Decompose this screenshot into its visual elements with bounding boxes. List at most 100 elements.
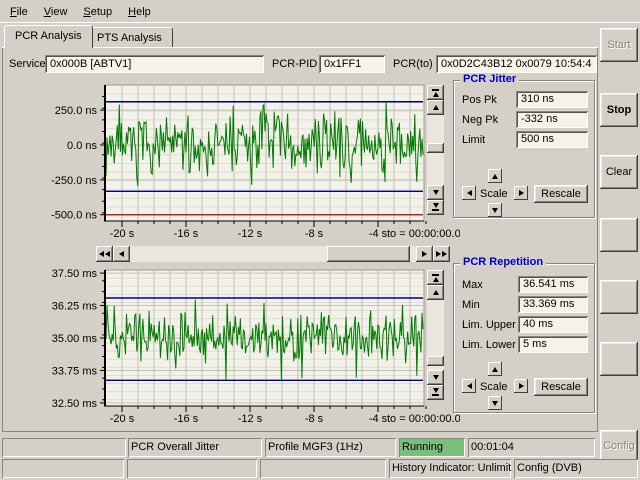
svg-text:-16 s: -16 s: [174, 228, 199, 240]
arrow-down-icon: [492, 208, 498, 213]
pcr-jitter-group: PCR Jitter Pos Pk 310 ns Neg Pk -332 ns …: [453, 80, 595, 218]
clear-button[interactable]: Clear: [600, 155, 638, 189]
pcr-jitter-chart: 250.0 ns0.0 ns-250.0 ns-500.0 ns-20 s-16…: [30, 83, 460, 243]
status-elapsed-time: 00:01:04: [468, 438, 595, 457]
config-button[interactable]: Config: [600, 430, 638, 462]
status-config-mode: Config (DVB): [514, 459, 638, 478]
max-label: Max: [462, 279, 483, 291]
time-scroll-far-left-button[interactable]: [96, 246, 113, 262]
jitter-scroll-bottom-button[interactable]: [427, 200, 444, 215]
repetition-scale-up-button[interactable]: [488, 362, 502, 376]
repetition-scroll-bottom-button[interactable]: [427, 385, 444, 400]
svg-text:-20 s: -20 s: [110, 228, 135, 240]
arrow-down-icon: [433, 190, 439, 195]
svg-text:-8 s: -8 s: [305, 228, 324, 240]
time-scroll-right-button[interactable]: [416, 246, 433, 262]
lim-upper-label: Lim. Upper: [462, 319, 516, 331]
tab-strip: PCR Analysis PTS Analysis: [0, 23, 640, 47]
status-history-indicator: History Indicator: Unlimited: [389, 459, 511, 478]
jitter-scale-up-button[interactable]: [488, 169, 502, 183]
repetition-scroll-top-button[interactable]: [427, 270, 444, 285]
status2-panel-empty-2: [127, 459, 257, 478]
tab-pcr-analysis[interactable]: PCR Analysis: [4, 25, 93, 48]
status-running-badge: Running: [399, 438, 465, 457]
time-scroll-left-button[interactable]: [113, 246, 130, 262]
svg-text:-250.0 ns: -250.0 ns: [51, 175, 97, 187]
repetition-scroll-down-button[interactable]: [427, 370, 444, 385]
repetition-rescale-button[interactable]: Rescale: [534, 378, 588, 396]
jitter-scroll-up-button[interactable]: [427, 100, 444, 115]
arrow-up-icon: [433, 105, 439, 110]
pos-pk-field[interactable]: 310 ns: [516, 91, 588, 108]
time-scroll-far-right-button[interactable]: [433, 246, 450, 262]
jitter-scale-right-button[interactable]: [514, 186, 528, 200]
tab-pts-analysis[interactable]: PTS Analysis: [86, 27, 173, 47]
time-scroll-track[interactable]: [130, 246, 416, 262]
jitter-scroll-thumb[interactable]: [427, 143, 444, 153]
double-arrow-right-icon: [436, 251, 441, 257]
repetition-scroll-thumb[interactable]: [427, 356, 444, 366]
lim-lower-label: Lim. Lower: [462, 339, 516, 351]
pcr-to-field[interactable]: 0x0D2C43B12 0x0079 10:54:4: [436, 55, 597, 73]
pcr-to-label: PCR(to): [393, 58, 433, 70]
time-scroll-thumb[interactable]: [327, 246, 410, 262]
arrow-up-icon: [492, 367, 498, 372]
svg-text:-16 s: -16 s: [174, 413, 199, 425]
neg-pk-field[interactable]: -332 ns: [516, 111, 588, 128]
status2-panel-empty-3: [260, 459, 386, 478]
service-field[interactable]: 0x000B [ABTV1]: [45, 55, 264, 73]
jitter-scale-down-button[interactable]: [488, 203, 502, 217]
neg-pk-label: Neg Pk: [462, 114, 498, 126]
svg-text:35.00 ms: 35.00 ms: [52, 333, 98, 345]
repetition-scale-down-button[interactable]: [488, 396, 502, 410]
repetition-scale-right-button[interactable]: [514, 379, 528, 393]
min-field[interactable]: 33.369 ms: [518, 296, 588, 313]
arrow-down-bar-icon: [433, 203, 439, 208]
svg-text:0.0 ns: 0.0 ns: [67, 140, 97, 152]
status-profile: Profile MGF3 (1Hz): [265, 438, 396, 457]
max-field[interactable]: 36.541 ms: [518, 276, 588, 293]
repetition-scale-left-button[interactable]: [462, 379, 476, 393]
side-button-blank-1[interactable]: [600, 218, 638, 252]
repetition-scroll-up-button[interactable]: [427, 285, 444, 300]
svg-text:-20 s: -20 s: [110, 413, 135, 425]
jitter-rescale-button[interactable]: Rescale: [534, 185, 588, 203]
service-label: Service: [9, 58, 46, 70]
arrow-down-icon: [433, 375, 439, 380]
svg-text:to = 00:00:00.000: to = 00:00:00.000: [387, 228, 460, 240]
repetition-scroll-track[interactable]: [427, 300, 444, 370]
pcr-repetition-group-title: PCR Repetition: [460, 256, 546, 268]
svg-text:32.50 ms: 32.50 ms: [52, 398, 98, 410]
svg-text:to = 00:00:00.000: to = 00:00:00.000: [387, 413, 460, 425]
status2-panel-empty-1: [2, 459, 124, 478]
menu-file[interactable]: File: [2, 2, 36, 21]
svg-text:33.75 ms: 33.75 ms: [52, 365, 98, 377]
lim-lower-field[interactable]: 5 ms: [518, 336, 588, 353]
arrow-right-icon: [519, 383, 524, 389]
arrow-down-icon: [492, 401, 498, 406]
lim-upper-field[interactable]: 40 ms: [518, 316, 588, 333]
jitter-scale-label: Scale: [480, 188, 508, 200]
pcr-pid-field[interactable]: 0x1FF1: [319, 55, 385, 73]
stop-button[interactable]: Stop: [600, 93, 638, 127]
jitter-scroll-down-button[interactable]: [427, 185, 444, 200]
jitter-scroll-track[interactable]: [427, 115, 444, 185]
pcr-jitter-group-title: PCR Jitter: [460, 73, 519, 85]
limit-field[interactable]: 500 ns: [516, 131, 588, 148]
menu-setup[interactable]: Setup: [75, 2, 120, 21]
jitter-scale-left-button[interactable]: [462, 186, 476, 200]
menu-view[interactable]: View: [36, 2, 76, 21]
start-button[interactable]: Start: [600, 28, 638, 62]
double-arrow-right-icon: [442, 251, 447, 257]
arrow-up-bar-icon: [433, 92, 439, 97]
menu-help[interactable]: Help: [120, 2, 159, 21]
pcr-repetition-chart: 37.50 ms36.25 ms35.00 ms33.75 ms32.50 ms…: [30, 268, 460, 432]
svg-text:37.50 ms: 37.50 ms: [52, 268, 98, 280]
arrow-right-icon: [422, 251, 427, 257]
arrow-up-bar-icon: [433, 277, 439, 282]
pos-pk-label: Pos Pk: [462, 94, 497, 106]
side-button-blank-2[interactable]: [600, 280, 638, 314]
jitter-scroll-top-button[interactable]: [427, 85, 444, 100]
side-button-blank-3[interactable]: [600, 342, 638, 376]
arrow-down-bar-icon: [433, 388, 439, 393]
